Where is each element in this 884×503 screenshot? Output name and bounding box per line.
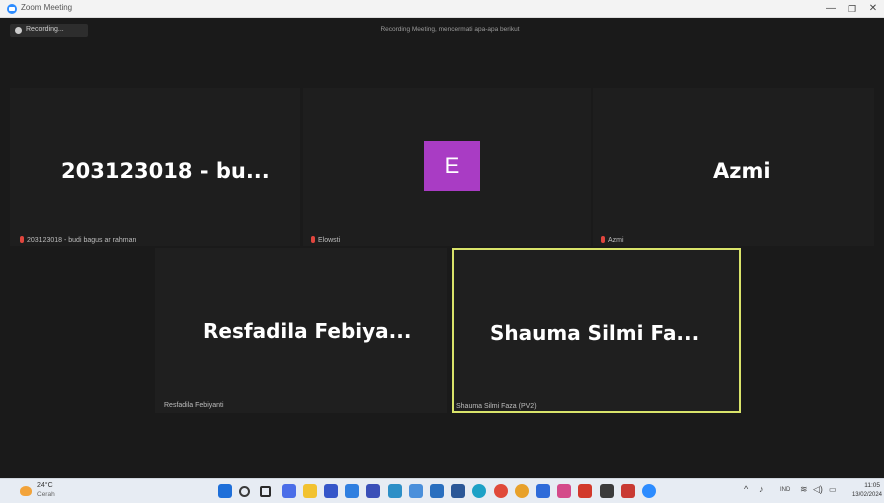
volume-icon[interactable]: ◁) <box>813 484 823 495</box>
participant-display-name: Resfadila Febiya... <box>203 319 412 343</box>
weather-temperature[interactable]: 24°C <box>37 482 53 489</box>
window-title: Zoom Meeting <box>21 3 73 12</box>
chat-icon[interactable] <box>281 484 296 498</box>
zoom-icon[interactable] <box>642 484 656 498</box>
zoom-window: Zoom Meeting — ❐ ✕ Recording... Recordin… <box>0 0 884 503</box>
windows-start-icon[interactable] <box>218 484 232 498</box>
participant-tile[interactable]: Resfadila Febiya... Resfadila Febiyanti <box>155 248 447 413</box>
meeting-notice: Recording Meeting, mencermati apa-apa be… <box>380 26 520 33</box>
app-word-icon[interactable] <box>451 484 466 498</box>
participant-display-name: Azmi <box>713 159 771 183</box>
participant-name-tag: Azmi <box>601 236 624 244</box>
weather-sun-icon[interactable] <box>20 486 32 496</box>
app-indigo-icon[interactable] <box>366 484 381 498</box>
recording-indicator[interactable]: Recording... <box>10 24 88 37</box>
participant-tag-text: Azmi <box>608 237 624 244</box>
recording-dot-icon <box>15 27 22 34</box>
file-explorer-icon[interactable] <box>302 484 317 498</box>
app-pdf-icon[interactable] <box>620 484 635 498</box>
active-speaker-tile[interactable]: Shauma Silmi Fa... Shauma Silmi Faza (PV… <box>452 248 741 413</box>
app-red-icon[interactable] <box>578 484 593 498</box>
participant-tag-text: Elowsti <box>318 237 341 244</box>
tray-app-icon[interactable]: ♪ <box>759 484 764 494</box>
participant-display-name: 203123018 - bu... <box>61 159 270 183</box>
app-blue-icon[interactable] <box>345 484 360 498</box>
search-icon[interactable] <box>239 486 251 497</box>
maximize-button[interactable]: ❐ <box>843 2 861 16</box>
participant-name-tag: 203123018 - budi bagus ar rahman <box>20 236 136 244</box>
app-slash-icon[interactable] <box>599 484 614 498</box>
tray-overflow-icon[interactable]: ^ <box>744 484 748 494</box>
mic-muted-icon <box>20 236 24 243</box>
clock-time[interactable]: 11:05 <box>852 482 880 489</box>
store-icon[interactable] <box>324 484 338 498</box>
app-mail-icon[interactable] <box>430 484 444 498</box>
wifi-icon[interactable]: ≋ <box>800 484 808 495</box>
mic-muted-icon <box>311 236 315 243</box>
participant-tag-text: 203123018 - budi bagus ar rahman <box>27 237 137 244</box>
edge-icon[interactable] <box>472 484 487 498</box>
zoom-logo-icon <box>7 4 17 14</box>
participant-tile[interactable]: E Elowsti <box>303 88 591 246</box>
recording-label: Recording... <box>26 26 64 33</box>
battery-icon[interactable]: ▭ <box>829 485 837 494</box>
notes-icon[interactable] <box>536 484 550 498</box>
participant-tile[interactable]: Azmi Azmi <box>593 88 874 246</box>
app-teal-icon[interactable] <box>387 484 402 498</box>
meeting-stage: Recording... Recording Meeting, mencerma… <box>0 18 884 478</box>
close-button[interactable]: ✕ <box>864 2 882 16</box>
participant-name-tag: Resfadila Febiyanti <box>164 402 224 409</box>
minimize-button[interactable]: — <box>822 2 840 16</box>
mic-muted-icon <box>601 236 605 243</box>
participant-name-tag: Elowsti <box>311 236 340 244</box>
participant-name-tag: Shauma Silmi Faza (PV2) <box>456 403 537 410</box>
participant-tile[interactable]: 203123018 - bu... 203123018 - budi bagus… <box>10 88 300 246</box>
windows-taskbar: 24°C Cerah ^ ♪ IND ≋ ◁) ▭ 11:05 13/02/20… <box>0 478 884 503</box>
chrome-icon[interactable] <box>493 484 508 498</box>
chrome-alt-icon[interactable] <box>514 484 529 498</box>
weather-description[interactable]: Cerah <box>37 491 55 498</box>
clock-date[interactable]: 13/02/2024 <box>846 492 882 498</box>
title-bar: Zoom Meeting — ❐ ✕ <box>0 0 884 18</box>
app-badge-icon[interactable] <box>557 484 572 498</box>
task-view-icon[interactable] <box>260 486 272 497</box>
language-indicator[interactable]: IND <box>780 487 790 493</box>
app-notify-icon[interactable] <box>408 484 423 498</box>
participant-display-name: Shauma Silmi Fa... <box>490 321 700 345</box>
participant-avatar: E <box>424 141 480 191</box>
